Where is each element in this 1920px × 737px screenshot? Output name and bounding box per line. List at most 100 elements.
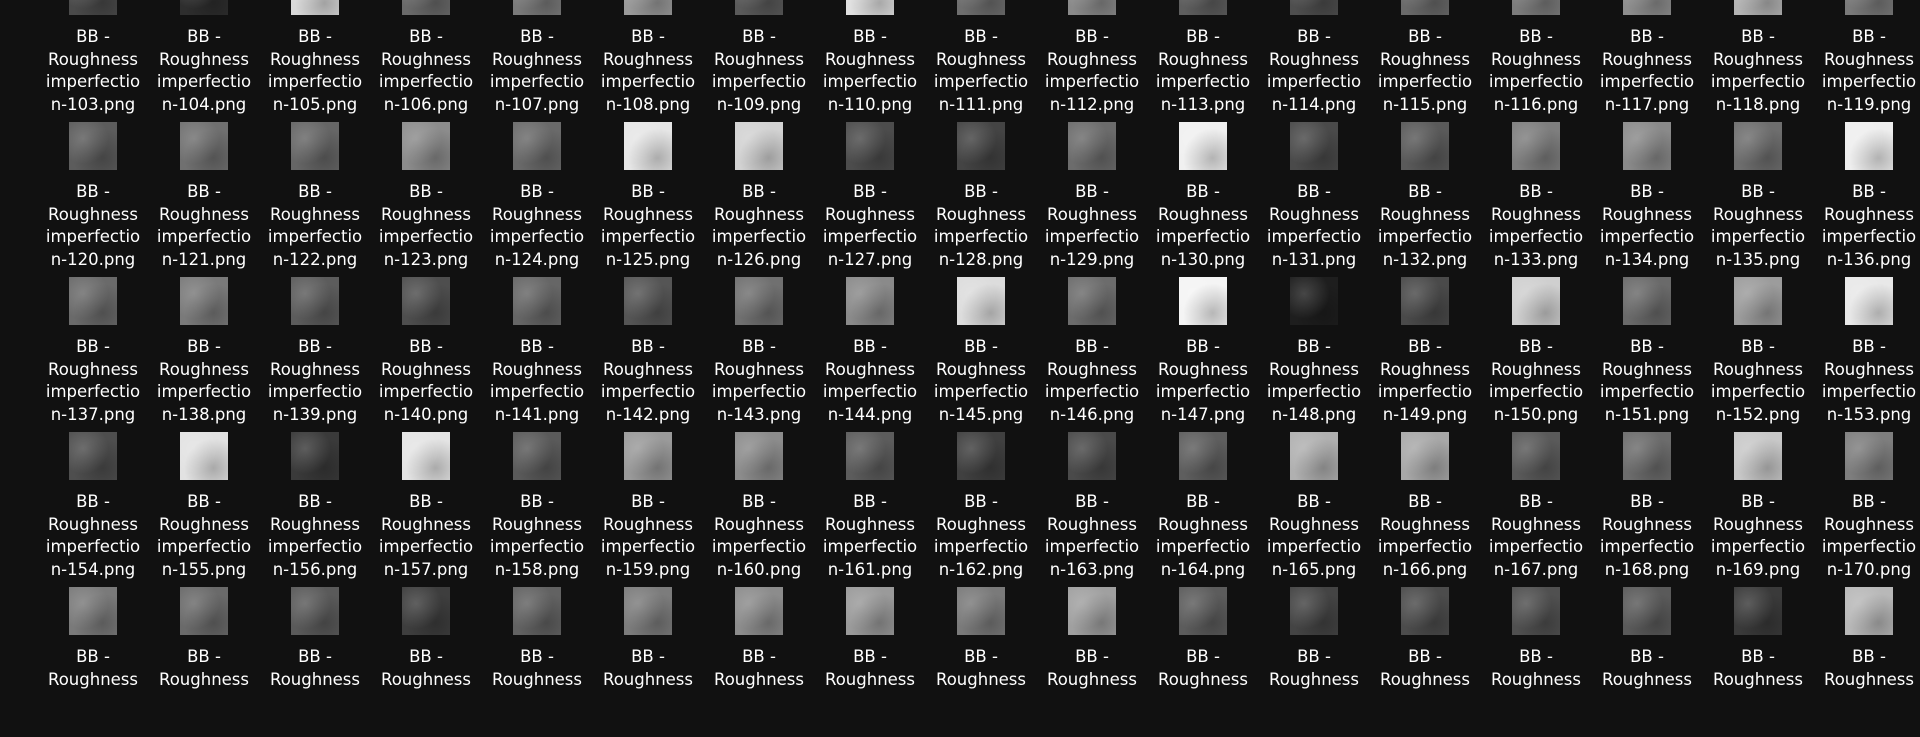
file-item[interactable]: BB - Roughness imperfectio n-161.png <box>816 432 924 582</box>
file-item[interactable]: BB - Roughness imperfectio n-129.png <box>1038 122 1146 272</box>
file-item[interactable]: BB - Roughness imperfectio n-127.png <box>816 122 924 272</box>
file-item[interactable]: BB - Roughness imperfectio n-145.png <box>927 277 1035 427</box>
file-name-label: BB - Roughness <box>705 646 813 691</box>
file-item[interactable]: BB - Roughness imperfectio n-117.png <box>1593 0 1701 117</box>
file-item[interactable]: BB - Roughness imperfectio n-169.png <box>1704 432 1812 582</box>
file-name-line: Roughness <box>602 669 693 689</box>
file-item[interactable]: BB - Roughness <box>150 587 258 737</box>
file-item[interactable]: BB - Roughness imperfectio n-150.png <box>1482 277 1590 427</box>
file-item[interactable]: BB - Roughness imperfectio n-152.png <box>1704 277 1812 427</box>
file-item[interactable]: BB - Roughness imperfectio n-156.png <box>261 432 369 582</box>
file-item[interactable]: BB - Roughness imperfectio n-154.png <box>39 432 147 582</box>
file-item[interactable]: BB - Roughness imperfectio n-149.png <box>1371 277 1479 427</box>
file-item[interactable]: BB - Roughness imperfectio n-111.png <box>927 0 1035 117</box>
file-item[interactable]: BB - Roughness <box>1482 587 1590 737</box>
file-item[interactable]: BB - Roughness imperfectio n-126.png <box>705 122 813 272</box>
file-item[interactable]: BB - Roughness imperfectio n-115.png <box>1371 0 1479 117</box>
file-item[interactable]: BB - Roughness <box>483 587 591 737</box>
file-name-label: BB - Roughness imperfectio n-166.png <box>1371 491 1479 581</box>
file-item[interactable]: BB - Roughness imperfectio n-147.png <box>1149 277 1257 427</box>
file-item[interactable]: BB - Roughness imperfectio n-142.png <box>594 277 702 427</box>
file-item[interactable]: BB - Roughness imperfectio n-130.png <box>1149 122 1257 272</box>
file-item[interactable]: BB - Roughness imperfectio n-163.png <box>1038 432 1146 582</box>
file-name-label: BB - Roughness imperfectio n-122.png <box>261 181 369 271</box>
file-item[interactable]: BB - Roughness <box>816 587 924 737</box>
file-item[interactable]: BB - Roughness imperfectio n-103.png <box>39 0 147 117</box>
file-item[interactable]: BB - Roughness imperfectio n-159.png <box>594 432 702 582</box>
file-item[interactable]: BB - Roughness imperfectio n-105.png <box>261 0 369 117</box>
file-item[interactable]: BB - Roughness imperfectio n-121.png <box>150 122 258 272</box>
file-item[interactable]: BB - Roughness imperfectio n-146.png <box>1038 277 1146 427</box>
file-item[interactable]: BB - Roughness imperfectio n-170.png <box>1815 432 1920 582</box>
file-item[interactable]: BB - Roughness imperfectio n-113.png <box>1149 0 1257 117</box>
file-item[interactable]: BB - Roughness <box>1149 587 1257 737</box>
file-item[interactable]: BB - Roughness imperfectio n-151.png <box>1593 277 1701 427</box>
file-item[interactable]: BB - Roughness imperfectio n-131.png <box>1260 122 1368 272</box>
file-item[interactable]: BB - Roughness imperfectio n-140.png <box>372 277 480 427</box>
file-name-line: n-159.png <box>605 559 691 579</box>
file-item[interactable]: BB - Roughness <box>1371 587 1479 737</box>
file-item[interactable]: BB - Roughness <box>1038 587 1146 737</box>
file-item[interactable]: BB - Roughness imperfectio n-133.png <box>1482 122 1590 272</box>
file-name-line: BB - <box>298 492 332 511</box>
file-item[interactable]: BB - Roughness imperfectio n-124.png <box>483 122 591 272</box>
file-item[interactable]: BB - Roughness imperfectio n-166.png <box>1371 432 1479 582</box>
file-item[interactable]: BB - Roughness imperfectio n-136.png <box>1815 122 1920 272</box>
file-name-line: BB - <box>1630 492 1664 511</box>
file-item[interactable]: BB - Roughness imperfectio n-116.png <box>1482 0 1590 117</box>
file-item[interactable]: BB - Roughness <box>39 587 147 737</box>
file-item[interactable]: BB - Roughness imperfectio n-104.png <box>150 0 258 117</box>
file-item[interactable]: BB - Roughness imperfectio n-155.png <box>150 432 258 582</box>
image-thumbnail <box>1401 122 1449 170</box>
file-item[interactable]: BB - Roughness imperfectio n-123.png <box>372 122 480 272</box>
file-item[interactable]: BB - Roughness imperfectio n-112.png <box>1038 0 1146 117</box>
file-item[interactable]: BB - Roughness imperfectio n-167.png <box>1482 432 1590 582</box>
file-item[interactable]: BB - Roughness imperfectio n-165.png <box>1260 432 1368 582</box>
file-item[interactable]: BB - Roughness imperfectio n-128.png <box>927 122 1035 272</box>
file-item[interactable]: BB - Roughness imperfectio n-110.png <box>816 0 924 117</box>
file-item[interactable]: BB - Roughness imperfectio n-108.png <box>594 0 702 117</box>
file-item[interactable]: BB - Roughness imperfectio n-109.png <box>705 0 813 117</box>
file-item[interactable]: BB - Roughness imperfectio n-143.png <box>705 277 813 427</box>
file-item[interactable]: BB - Roughness imperfectio n-141.png <box>483 277 591 427</box>
file-item[interactable]: BB - Roughness imperfectio n-148.png <box>1260 277 1368 427</box>
file-item[interactable]: BB - Roughness imperfectio n-168.png <box>1593 432 1701 582</box>
file-item[interactable]: BB - Roughness <box>1593 587 1701 737</box>
file-name-line: imperfectio <box>489 227 585 246</box>
file-item[interactable]: BB - Roughness imperfectio n-164.png <box>1149 432 1257 582</box>
file-name-line: BB - <box>409 337 443 356</box>
file-name-line: imperfectio <box>1710 382 1806 401</box>
file-item[interactable]: BB - Roughness imperfectio n-118.png <box>1704 0 1812 117</box>
file-name-line: Roughness <box>1379 514 1470 534</box>
file-item[interactable]: BB - Roughness imperfectio n-137.png <box>39 277 147 427</box>
file-name-line: BB - <box>1408 647 1442 666</box>
file-item[interactable]: BB - Roughness imperfectio n-162.png <box>927 432 1035 582</box>
file-item[interactable]: BB - Roughness imperfectio n-107.png <box>483 0 591 117</box>
file-item[interactable]: BB - Roughness imperfectio n-135.png <box>1704 122 1812 272</box>
file-item[interactable]: BB - Roughness imperfectio n-160.png <box>705 432 813 582</box>
file-item[interactable]: BB - Roughness imperfectio n-114.png <box>1260 0 1368 117</box>
file-item[interactable]: BB - Roughness imperfectio n-134.png <box>1593 122 1701 272</box>
file-item[interactable]: BB - Roughness imperfectio n-139.png <box>261 277 369 427</box>
file-item[interactable]: BB - Roughness imperfectio n-119.png <box>1815 0 1920 117</box>
file-item[interactable]: BB - Roughness imperfectio n-132.png <box>1371 122 1479 272</box>
file-item[interactable]: BB - Roughness imperfectio n-106.png <box>372 0 480 117</box>
file-item[interactable]: BB - Roughness imperfectio n-122.png <box>261 122 369 272</box>
file-item[interactable]: BB - Roughness imperfectio n-153.png <box>1815 277 1920 427</box>
file-item[interactable]: BB - Roughness <box>594 587 702 737</box>
file-item[interactable]: BB - Roughness imperfectio n-158.png <box>483 432 591 582</box>
file-item[interactable]: BB - Roughness imperfectio n-138.png <box>150 277 258 427</box>
file-item[interactable]: BB - Roughness <box>1260 587 1368 737</box>
file-name-label: BB - Roughness imperfectio n-105.png <box>261 26 369 116</box>
file-item[interactable]: BB - Roughness imperfectio n-125.png <box>594 122 702 272</box>
file-item[interactable]: BB - Roughness <box>927 587 1035 737</box>
file-item[interactable]: BB - Roughness imperfectio n-157.png <box>372 432 480 582</box>
file-item[interactable]: BB - Roughness <box>1815 587 1920 737</box>
file-item[interactable]: BB - Roughness imperfectio n-120.png <box>39 122 147 272</box>
file-item[interactable]: BB - Roughness imperfectio n-144.png <box>816 277 924 427</box>
file-item[interactable]: BB - Roughness <box>261 587 369 737</box>
file-item[interactable]: BB - Roughness <box>1704 587 1812 737</box>
file-item[interactable]: BB - Roughness <box>372 587 480 737</box>
file-name-label: BB - Roughness imperfectio n-155.png <box>150 491 258 581</box>
file-item[interactable]: BB - Roughness <box>705 587 813 737</box>
